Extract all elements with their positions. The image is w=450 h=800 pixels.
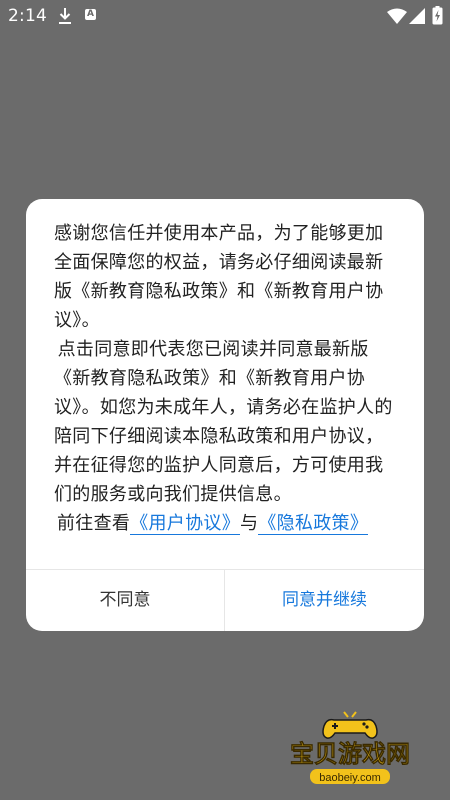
disagree-button[interactable]: 不同意 (26, 570, 224, 631)
agree-continue-button[interactable]: 同意并继续 (225, 570, 424, 631)
view-connector: 与 (240, 513, 259, 534)
watermark-logo: 宝贝游戏网 baobeiy.com (290, 711, 410, 784)
privacy-policy-link[interactable]: 《隐私政策》 (258, 513, 369, 535)
view-agreements-line: 前往查看《用户协议》与《隐私政策》 (54, 509, 399, 538)
battery-icon (432, 6, 443, 25)
dialog-body: 感谢您信任并使用本产品，为了能够更加全面保障您的权益，请务必仔细阅读最新版《新教… (54, 219, 399, 538)
gamepad-icon (322, 711, 378, 739)
status-time: 2:14 (8, 6, 47, 26)
status-bar: 2:14 A (0, 0, 450, 32)
a-notification-icon: A (85, 9, 96, 20)
download-icon (59, 8, 71, 24)
privacy-consent-text: 点击同意即代表您已阅读并同意最新版《新教育隐私政策》和《新教育用户协议》。如您为… (54, 339, 393, 505)
wifi-icon (387, 8, 407, 24)
signal-icon (409, 8, 425, 24)
user-agreement-link[interactable]: 《用户协议》 (130, 513, 241, 535)
view-prefix: 前往查看 (57, 513, 131, 534)
privacy-dialog: 感谢您信任并使用本产品，为了能够更加全面保障您的权益，请务必仔细阅读最新版《新教… (26, 199, 424, 631)
watermark: 宝贝游戏网 baobeiy.com (270, 706, 430, 788)
privacy-intro-text: 感谢您信任并使用本产品，为了能够更加全面保障您的权益，请务必仔细阅读最新版《新教… (54, 223, 384, 331)
watermark-url: baobeiy.com (319, 772, 381, 784)
watermark-name: 宝贝游戏网 (290, 740, 410, 768)
